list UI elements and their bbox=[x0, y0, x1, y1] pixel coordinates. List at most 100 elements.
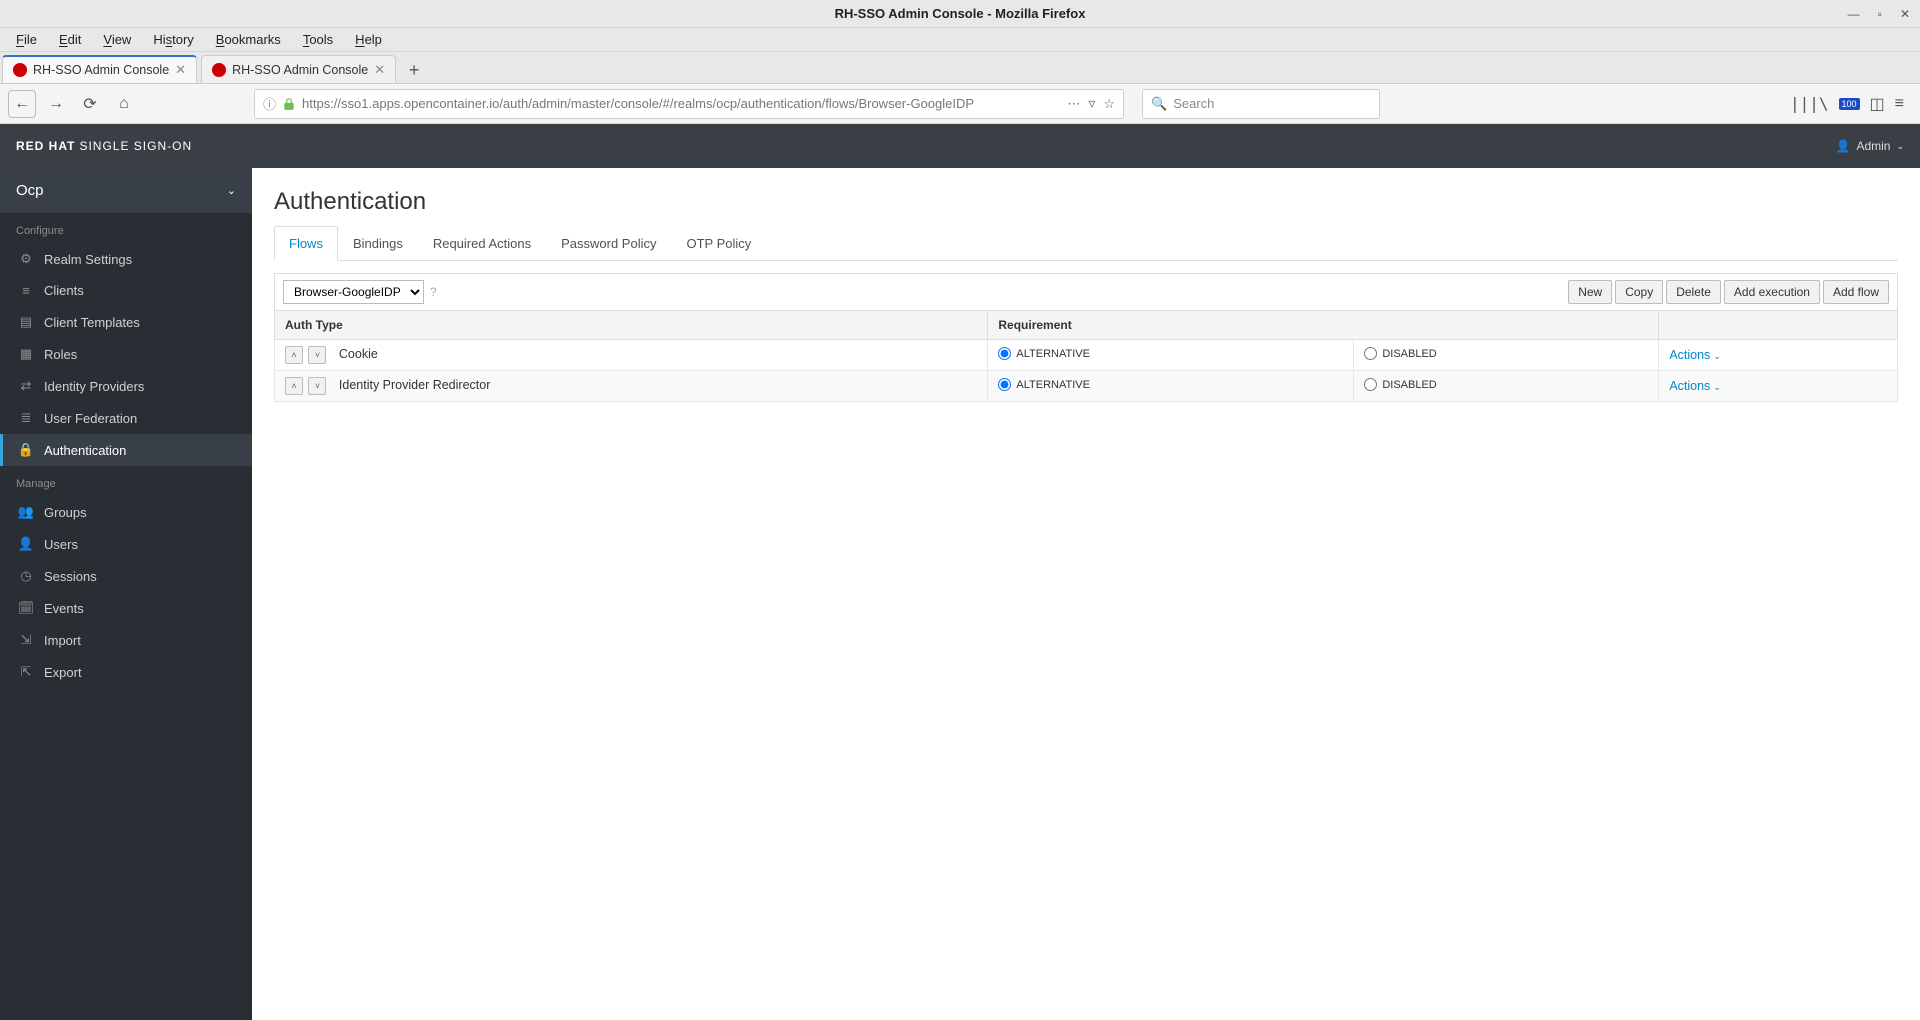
nav-home-button[interactable]: ⌂ bbox=[110, 90, 138, 118]
menu-bookmarks[interactable]: Bookmarks bbox=[208, 30, 289, 49]
bookmark-star-icon[interactable]: ☆ bbox=[1103, 96, 1115, 112]
radio-alternative[interactable]: ALTERNATIVE bbox=[998, 347, 1090, 360]
browser-tab-2[interactable]: RH-SSO Admin Console ✕ bbox=[201, 55, 396, 83]
nav-reload-button[interactable]: ⟳ bbox=[76, 90, 104, 118]
sidebar-toggle-icon[interactable]: ◫ bbox=[1870, 94, 1885, 114]
menu-help[interactable]: Help bbox=[347, 30, 390, 49]
actions-dropdown[interactable]: Actions⌄ bbox=[1669, 379, 1721, 393]
app-header: RED HAT SINGLE SIGN-ON 👤 Admin ⌄ bbox=[0, 124, 1920, 168]
zoom-badge[interactable]: 100 bbox=[1839, 98, 1860, 110]
move-down-button[interactable]: ˅ bbox=[308, 346, 326, 364]
template-icon: ▤ bbox=[18, 314, 34, 330]
radio-label: ALTERNATIVE bbox=[1016, 379, 1090, 391]
radio-disabled[interactable]: DISABLED bbox=[1364, 378, 1436, 391]
sidebar-item-label: Identity Providers bbox=[44, 379, 144, 394]
actions-dropdown[interactable]: Actions⌄ bbox=[1669, 348, 1721, 362]
menu-history[interactable]: History bbox=[145, 30, 201, 49]
search-input[interactable] bbox=[1173, 96, 1371, 111]
col-requirement: Requirement bbox=[988, 311, 1659, 340]
table-row: ˄ ˅ Cookie ALTERNATIVE DISABLED Actions⌄ bbox=[275, 340, 1898, 371]
sidebar-item-import[interactable]: ⇲Import bbox=[0, 624, 252, 656]
actions-label: Actions bbox=[1669, 348, 1710, 362]
list-icon: ≡ bbox=[18, 283, 34, 298]
sidebar-item-label: Import bbox=[44, 633, 81, 648]
sidebar-item-label: Realm Settings bbox=[44, 252, 132, 267]
sidebar-item-events[interactable]: 🗓Events bbox=[0, 592, 252, 624]
col-actions bbox=[1659, 311, 1898, 340]
sidebar-section-configure: Configure bbox=[0, 213, 252, 243]
user-icon: 👤 bbox=[18, 536, 34, 552]
url-input[interactable] bbox=[302, 96, 1061, 111]
sidebar-item-clients[interactable]: ≡Clients bbox=[0, 275, 252, 306]
nav-forward-button[interactable]: → bbox=[42, 90, 70, 118]
sidebar-item-export[interactable]: ⇱Export bbox=[0, 656, 252, 688]
user-label: Admin bbox=[1856, 139, 1890, 153]
pocket-icon[interactable]: ▿ bbox=[1088, 95, 1095, 112]
menu-edit[interactable]: Edit bbox=[51, 30, 89, 49]
add-execution-button[interactable]: Add execution bbox=[1724, 280, 1820, 304]
info-icon[interactable]: ⓘ bbox=[263, 94, 276, 113]
browser-tab-1[interactable]: RH-SSO Admin Console ✕ bbox=[2, 55, 197, 83]
add-flow-button[interactable]: Add flow bbox=[1823, 280, 1889, 304]
search-bar[interactable]: 🔍 bbox=[1142, 89, 1380, 119]
sidebar-item-sessions[interactable]: ◷Sessions bbox=[0, 560, 252, 592]
radio-alternative[interactable]: ALTERNATIVE bbox=[998, 378, 1090, 391]
window-title: RH-SSO Admin Console - Mozilla Firefox bbox=[835, 6, 1086, 21]
tab-close-icon[interactable]: ✕ bbox=[374, 62, 385, 78]
page-action-icon[interactable]: ⋯ bbox=[1067, 96, 1080, 112]
table-row: ˄ ˅ Identity Provider Redirector ALTERNA… bbox=[275, 371, 1898, 402]
radio-label: DISABLED bbox=[1382, 379, 1436, 391]
sidebar-item-groups[interactable]: 👥Groups bbox=[0, 496, 252, 528]
tab-flows[interactable]: Flows bbox=[274, 226, 338, 261]
sidebar-item-user-federation[interactable]: ≣User Federation bbox=[0, 402, 252, 434]
copy-button[interactable]: Copy bbox=[1615, 280, 1663, 304]
radio-disabled[interactable]: DISABLED bbox=[1364, 347, 1436, 360]
window-minimize-icon[interactable]: — bbox=[1844, 5, 1864, 23]
new-button[interactable]: New bbox=[1568, 280, 1612, 304]
col-auth-type: Auth Type bbox=[275, 311, 988, 340]
page-tabs: Flows Bindings Required Actions Password… bbox=[274, 226, 1898, 261]
browser-tab-1-label: RH-SSO Admin Console bbox=[33, 63, 169, 77]
sidebar-item-identity-providers[interactable]: ⇄Identity Providers bbox=[0, 370, 252, 402]
sidebar-item-label: User Federation bbox=[44, 411, 137, 426]
tab-password-policy[interactable]: Password Policy bbox=[546, 226, 671, 261]
user-menu[interactable]: 👤 Admin ⌄ bbox=[1835, 139, 1904, 153]
help-icon[interactable]: ? bbox=[430, 285, 437, 299]
url-bar[interactable]: ⓘ ⋯ ▿ ☆ bbox=[254, 89, 1124, 119]
sidebar-item-users[interactable]: 👤Users bbox=[0, 528, 252, 560]
menu-view[interactable]: View bbox=[95, 30, 139, 49]
menu-tools[interactable]: Tools bbox=[295, 30, 341, 49]
move-up-button[interactable]: ˄ bbox=[285, 346, 303, 364]
content-area: Authentication Flows Bindings Required A… bbox=[252, 168, 1920, 1020]
sidebar-item-realm-settings[interactable]: ⚙ Realm Settings bbox=[0, 243, 252, 275]
sidebar-item-label: Authentication bbox=[44, 443, 126, 458]
delete-button[interactable]: Delete bbox=[1666, 280, 1721, 304]
tab-close-icon[interactable]: ✕ bbox=[175, 62, 186, 78]
sidebar-section-manage: Manage bbox=[0, 466, 252, 496]
new-tab-button[interactable]: + bbox=[400, 57, 428, 83]
move-up-button[interactable]: ˄ bbox=[285, 377, 303, 395]
tab-required-actions[interactable]: Required Actions bbox=[418, 226, 546, 261]
sidebar-item-authentication[interactable]: 🔒Authentication bbox=[0, 434, 252, 466]
chevron-down-icon: ⌄ bbox=[1713, 382, 1721, 392]
move-down-button[interactable]: ˅ bbox=[308, 377, 326, 395]
library-icon[interactable]: |||\ bbox=[1790, 94, 1829, 113]
sidebar-item-roles[interactable]: ▦Roles bbox=[0, 338, 252, 370]
flow-table: Auth Type Requirement ˄ ˅ Cookie ALTERNA… bbox=[274, 310, 1898, 402]
sidebar-item-client-templates[interactable]: ▤ Client Templates bbox=[0, 306, 252, 338]
chevron-down-icon: ⌄ bbox=[227, 184, 236, 197]
window-close-icon[interactable]: ✕ bbox=[1896, 5, 1914, 23]
window-maximize-icon[interactable]: ▫ bbox=[1874, 5, 1886, 23]
hamburger-menu-icon[interactable]: ≡ bbox=[1895, 95, 1904, 113]
sidebar: Ocp ⌄ Configure ⚙ Realm Settings ≡Clients… bbox=[0, 168, 252, 1020]
realm-selector[interactable]: Ocp ⌄ bbox=[0, 168, 252, 213]
tab-bindings[interactable]: Bindings bbox=[338, 226, 418, 261]
tab-otp-policy[interactable]: OTP Policy bbox=[671, 226, 766, 261]
menu-file[interactable]: File bbox=[8, 30, 45, 49]
sliders-icon: ⚙ bbox=[18, 251, 34, 267]
execution-name: Cookie bbox=[339, 347, 378, 361]
flow-select[interactable]: Browser-GoogleIDP bbox=[283, 280, 424, 304]
sidebar-item-label: Client Templates bbox=[44, 315, 140, 330]
nav-back-button[interactable]: ← bbox=[8, 90, 36, 118]
flow-toolbar: Browser-GoogleIDP ? New Copy Delete Add … bbox=[274, 273, 1898, 310]
